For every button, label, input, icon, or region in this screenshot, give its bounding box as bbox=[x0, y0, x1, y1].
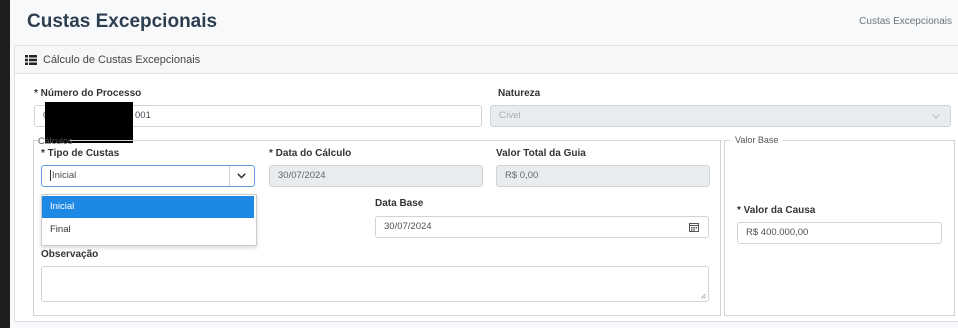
calculos-legend: Cálculos bbox=[38, 136, 73, 146]
observacao-label: Observação bbox=[41, 249, 99, 260]
valor-total-guia-input: R$ 0,00 bbox=[496, 165, 710, 187]
left-sidebar-edge bbox=[0, 0, 10, 328]
valor-base-legend: Valor Base bbox=[735, 135, 779, 145]
data-base-input[interactable]: 30/07/2024 bbox=[375, 216, 709, 238]
page-title: Custas Excepcionais bbox=[27, 11, 218, 32]
data-base-label: Data Base bbox=[375, 198, 424, 209]
resize-grip-icon[interactable] bbox=[700, 293, 706, 299]
natureza-select[interactable]: Cível bbox=[490, 105, 951, 127]
valor-causa-label: * Valor da Causa bbox=[737, 205, 816, 216]
processo-label: * Número do Processo bbox=[34, 88, 142, 99]
tipo-custas-dropdown: Inicial Final bbox=[41, 194, 257, 246]
chevron-down-icon bbox=[237, 173, 246, 179]
text-cursor bbox=[50, 169, 51, 181]
data-base-value: 30/07/2024 bbox=[384, 221, 432, 232]
natureza-label: Natureza bbox=[498, 88, 541, 99]
data-calculo-label: * Data do Cálculo bbox=[269, 148, 352, 159]
dropdown-option-inicial[interactable]: Inicial bbox=[42, 196, 254, 218]
data-calculo-value: 30/07/2024 bbox=[278, 170, 326, 181]
dropdown-option-final[interactable]: Final bbox=[42, 219, 254, 241]
valor-causa-value: R$ 400.000,00 bbox=[746, 227, 809, 238]
tipo-custas-value: Inicial bbox=[52, 170, 77, 181]
data-calculo-input: 30/07/2024 bbox=[269, 165, 483, 187]
valor-total-guia-label: Valor Total da Guia bbox=[496, 148, 586, 159]
observacao-textarea[interactable] bbox=[41, 266, 709, 302]
card-header: Cálculo de Custas Excepcionais bbox=[15, 46, 958, 74]
calendar-icon[interactable] bbox=[689, 222, 699, 232]
valor-total-guia-value: R$ 0,00 bbox=[505, 170, 539, 181]
tipo-custas-select[interactable]: Inicial bbox=[41, 165, 255, 187]
tipo-custas-label: * Tipo de Custas bbox=[41, 148, 120, 159]
tipo-custas-caret[interactable] bbox=[229, 166, 254, 186]
natureza-value: Cível bbox=[499, 110, 521, 121]
chevron-down-icon bbox=[932, 114, 940, 119]
breadcrumb[interactable]: Custas Excepcionais bbox=[859, 16, 952, 27]
valor-causa-input[interactable]: R$ 400.000,00 bbox=[737, 222, 942, 244]
processo-value-suffix: 001 bbox=[135, 110, 151, 121]
list-icon bbox=[25, 55, 37, 65]
card-title: Cálculo de Custas Excepcionais bbox=[43, 54, 201, 66]
